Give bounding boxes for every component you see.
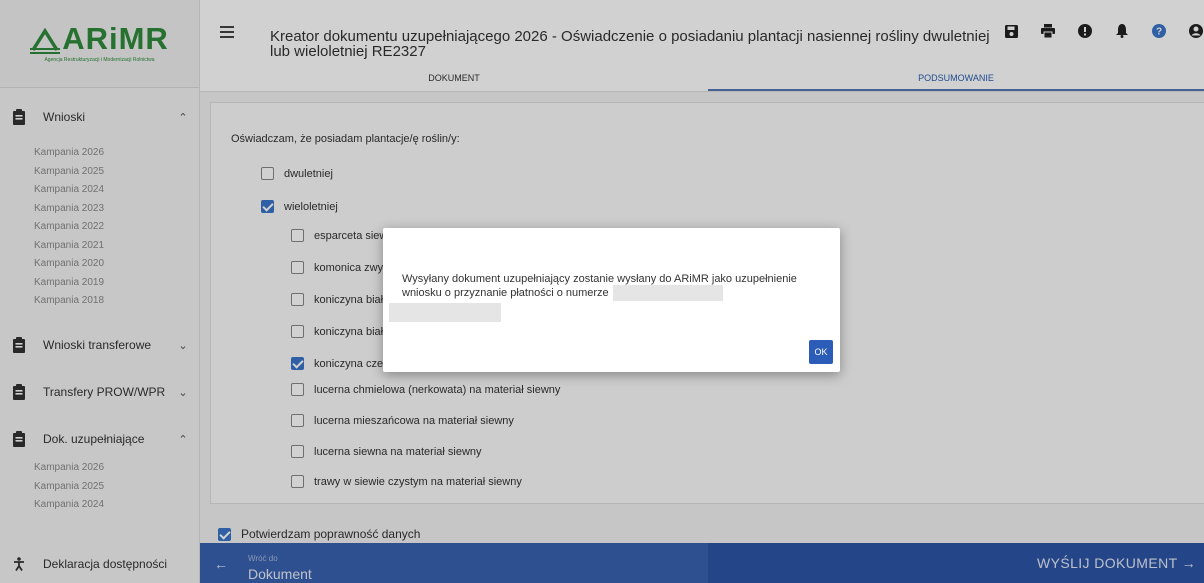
dialog-message-text: Wysyłany dokument uzupełniający zostanie… bbox=[402, 273, 797, 299]
dialog-message: Wysyłany dokument uzupełniający zostanie… bbox=[402, 273, 812, 301]
confirmation-dialog: Wysyłany dokument uzupełniający zostanie… bbox=[383, 228, 840, 372]
redacted-field bbox=[612, 285, 723, 301]
redacted-field bbox=[389, 303, 501, 322]
ok-button[interactable]: OK bbox=[809, 340, 833, 364]
